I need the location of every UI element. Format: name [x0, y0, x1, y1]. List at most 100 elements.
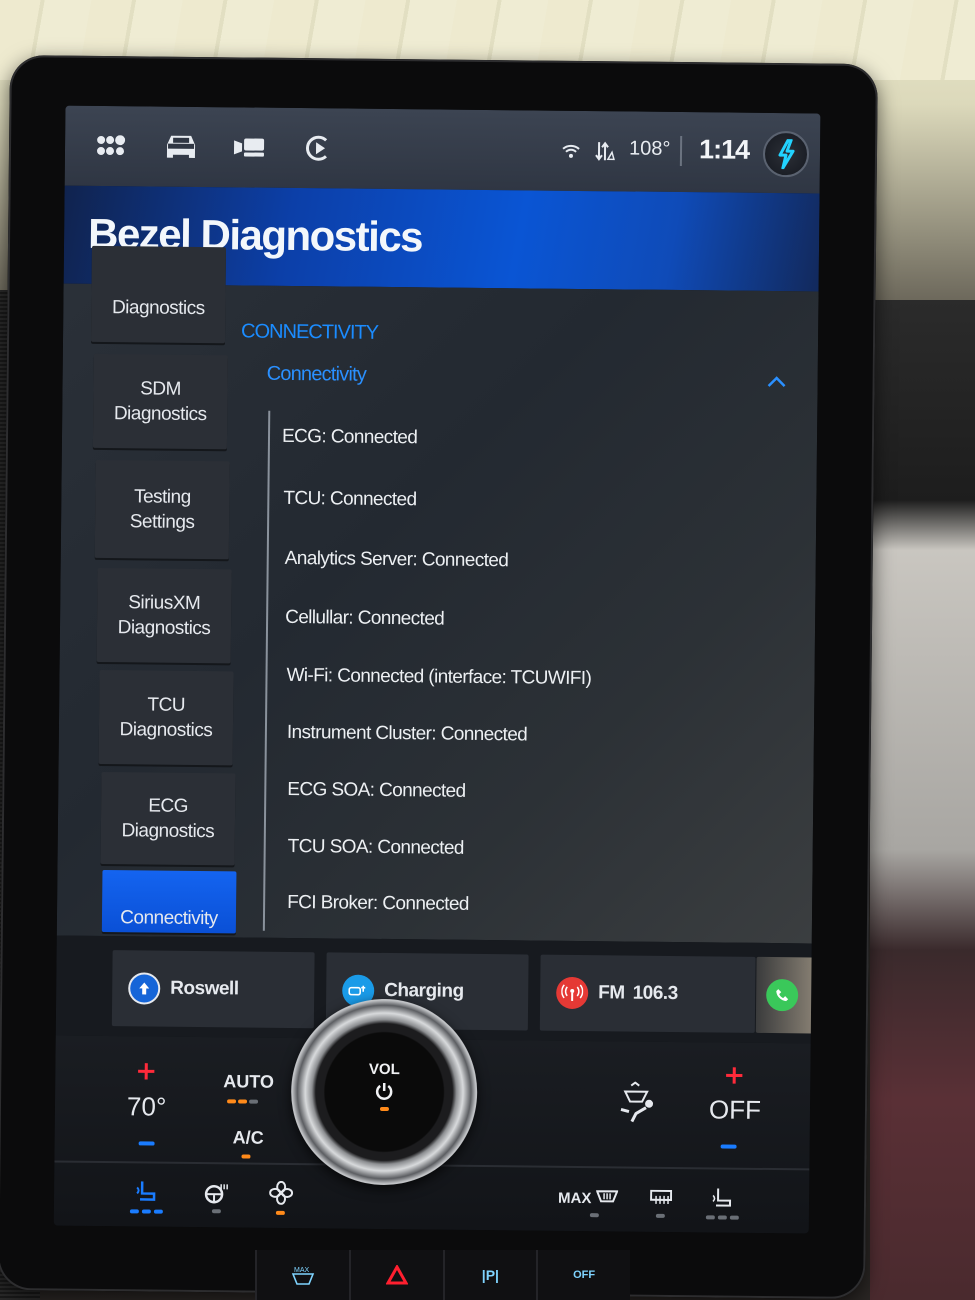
airflow-mode-button[interactable] [615, 1081, 660, 1130]
status-item-fci-broker: FCI Broker: Connected [287, 891, 469, 915]
radio-icon [556, 976, 589, 1010]
driver-temp-down-button[interactable] [138, 1141, 155, 1146]
driver-temp-up-button[interactable]: + [135, 1056, 157, 1086]
heated-seat-icon [136, 1181, 156, 1201]
sidebar-item-ecg-diagnostics[interactable]: ECG Diagnostics [100, 771, 236, 866]
passenger-temp-down-button[interactable] [720, 1144, 737, 1149]
status-bar: 108° 1:14 [64, 105, 821, 194]
clock: 1:14 [698, 134, 750, 165]
sidebar-item-label: Testing Settings [129, 486, 195, 533]
front-defrost-icon: MAX [291, 1267, 315, 1285]
steering-heat-indicator [211, 1209, 221, 1214]
diagnostics-body: Diagnostics SDM Diagnostics Testing Settin… [56, 245, 819, 944]
passenger-seat-indicator [717, 1215, 727, 1220]
navigation-icon [128, 972, 161, 1005]
sidebar-item-label: ECG Diagnostics [121, 795, 215, 843]
volume-label: VOL [368, 1060, 400, 1079]
status-item-wifi: Wi-Fi: Connected (interface: TCUWIFI) [286, 664, 592, 690]
passenger-seat-indicator [729, 1215, 739, 1220]
status-item-tcu-soa: TCU SOA: Connected [287, 835, 464, 859]
fan-button[interactable] [269, 1180, 294, 1210]
status-item-analytics-server: Analytics Server: Connected [284, 547, 509, 572]
dashboard-trim-right [870, 300, 975, 1300]
max-defrost-button[interactable]: MAX [557, 1189, 619, 1208]
sidebar-item-sdm-diagnostics[interactable]: SDM Diagnostics [92, 353, 228, 450]
radio-band: FM [598, 982, 625, 1004]
shortcut-phone[interactable] [755, 956, 817, 1034]
lightning-bolt-icon [778, 139, 795, 170]
rear-defrost-indicator [655, 1213, 665, 1218]
sidebar-item-tcu-diagnostics[interactable]: TCU Diagnostics [98, 669, 234, 766]
vehicle-icon[interactable] [163, 129, 199, 165]
media-playback-icon[interactable] [301, 130, 337, 166]
power-icon [375, 1082, 393, 1100]
outside-temperature: 108° [628, 137, 671, 160]
chevron-up-icon[interactable] [767, 374, 787, 388]
wifi-icon [553, 133, 589, 169]
fan-icon [269, 1180, 294, 1205]
status-divider [679, 136, 683, 167]
hardware-button-strip: MAX |P| OFF [255, 1250, 630, 1300]
section-heading: CONNECTIVITY [241, 320, 379, 344]
auto-button[interactable]: AUTO [223, 1071, 274, 1093]
sidebar-item-label: SiriusXM Diagnostics [117, 592, 211, 640]
sidebar-item-connectivity[interactable]: Connectivity [101, 870, 237, 934]
sidebar-item-dsp-diagnostics[interactable]: Diagnostics [91, 245, 226, 344]
group-title: Connectivity [266, 362, 367, 386]
svg-text:MAX: MAX [294, 1267, 310, 1274]
passenger-heated-seat-button[interactable] [710, 1186, 734, 1213]
heated-steering-wheel-icon [204, 1184, 228, 1204]
camera-icon[interactable] [231, 129, 267, 165]
max-defrost-icon [595, 1190, 619, 1203]
passenger-temperature[interactable]: OFF [709, 1094, 761, 1126]
auto-indicator [227, 1099, 237, 1104]
data-transfer-icon [587, 133, 623, 169]
airflow-mode-icon [620, 1081, 654, 1123]
profile-avatar[interactable] [762, 130, 810, 178]
status-item-instrument-cluster: Instrument Cluster: Connected [286, 721, 528, 746]
traction-control-off-icon: OFF [573, 1269, 596, 1281]
rear-defrost-button[interactable] [650, 1189, 673, 1211]
seat-level-indicator [153, 1209, 163, 1214]
tree-connector-line [262, 410, 271, 931]
passenger-temp-up-button[interactable]: + [723, 1061, 745, 1091]
traction-control-off-button[interactable]: OFF [536, 1250, 630, 1300]
seat-level-indicator [141, 1209, 151, 1214]
max-defrost-label: MAX [557, 1189, 592, 1208]
heated-steering-wheel-button[interactable] [204, 1182, 228, 1209]
fan-indicator [275, 1210, 285, 1215]
status-item-ecg-soa: ECG SOA: Connected [287, 778, 466, 802]
ac-indicator [241, 1154, 251, 1159]
sidebar-item-siriusxm-diagnostics[interactable]: SiriusXM Diagnostics [96, 567, 232, 664]
shortcut-navigation[interactable]: Roswell [111, 950, 315, 1029]
sidebar-item-label: Connectivity [120, 907, 218, 930]
parking-button[interactable]: |P| [442, 1250, 537, 1300]
radio-frequency: 106.3 [632, 982, 678, 1005]
shortcut-radio[interactable]: FM 106.3 [539, 954, 756, 1033]
front-defrost-hardware-button[interactable]: MAX [255, 1250, 349, 1300]
driver-temperature[interactable]: 70° [127, 1091, 167, 1122]
sidebar-item-label: Diagnostics [111, 297, 205, 320]
connectivity-group-header[interactable]: Connectivity [266, 363, 786, 402]
sidebar-item-label: TCU Diagnostics [119, 694, 213, 742]
status-item-tcu: TCU: Connected [283, 487, 417, 511]
passenger-seat-indicator [705, 1215, 715, 1220]
hazard-icon [385, 1265, 408, 1285]
auto-indicator [249, 1099, 259, 1104]
shortcut-label: Roswell [170, 977, 239, 1000]
power-indicator [379, 1106, 390, 1112]
sidebar-item-testing-settings[interactable]: Testing Settings [94, 459, 230, 560]
auto-indicator [238, 1099, 248, 1104]
ac-button[interactable]: A/C [233, 1127, 264, 1148]
passenger-heated-seat-icon [712, 1188, 732, 1207]
sidebar: Diagnostics SDM Diagnostics Testing Settin… [91, 245, 237, 934]
status-item-ecg: ECG: Connected [281, 425, 418, 449]
phone-icon [766, 978, 799, 1012]
driver-heated-seat-button[interactable] [134, 1179, 160, 1208]
apps-grid-icon[interactable] [93, 128, 129, 164]
display-bezel: 108° 1:14 Bezel Diagnostics Diagnostics … [0, 55, 878, 1300]
parking-icon: |P| [481, 1267, 499, 1283]
status-item-cellular: Cellullar: Connected [285, 606, 445, 630]
rear-defrost-icon [650, 1189, 673, 1204]
hazard-button[interactable] [348, 1250, 443, 1300]
